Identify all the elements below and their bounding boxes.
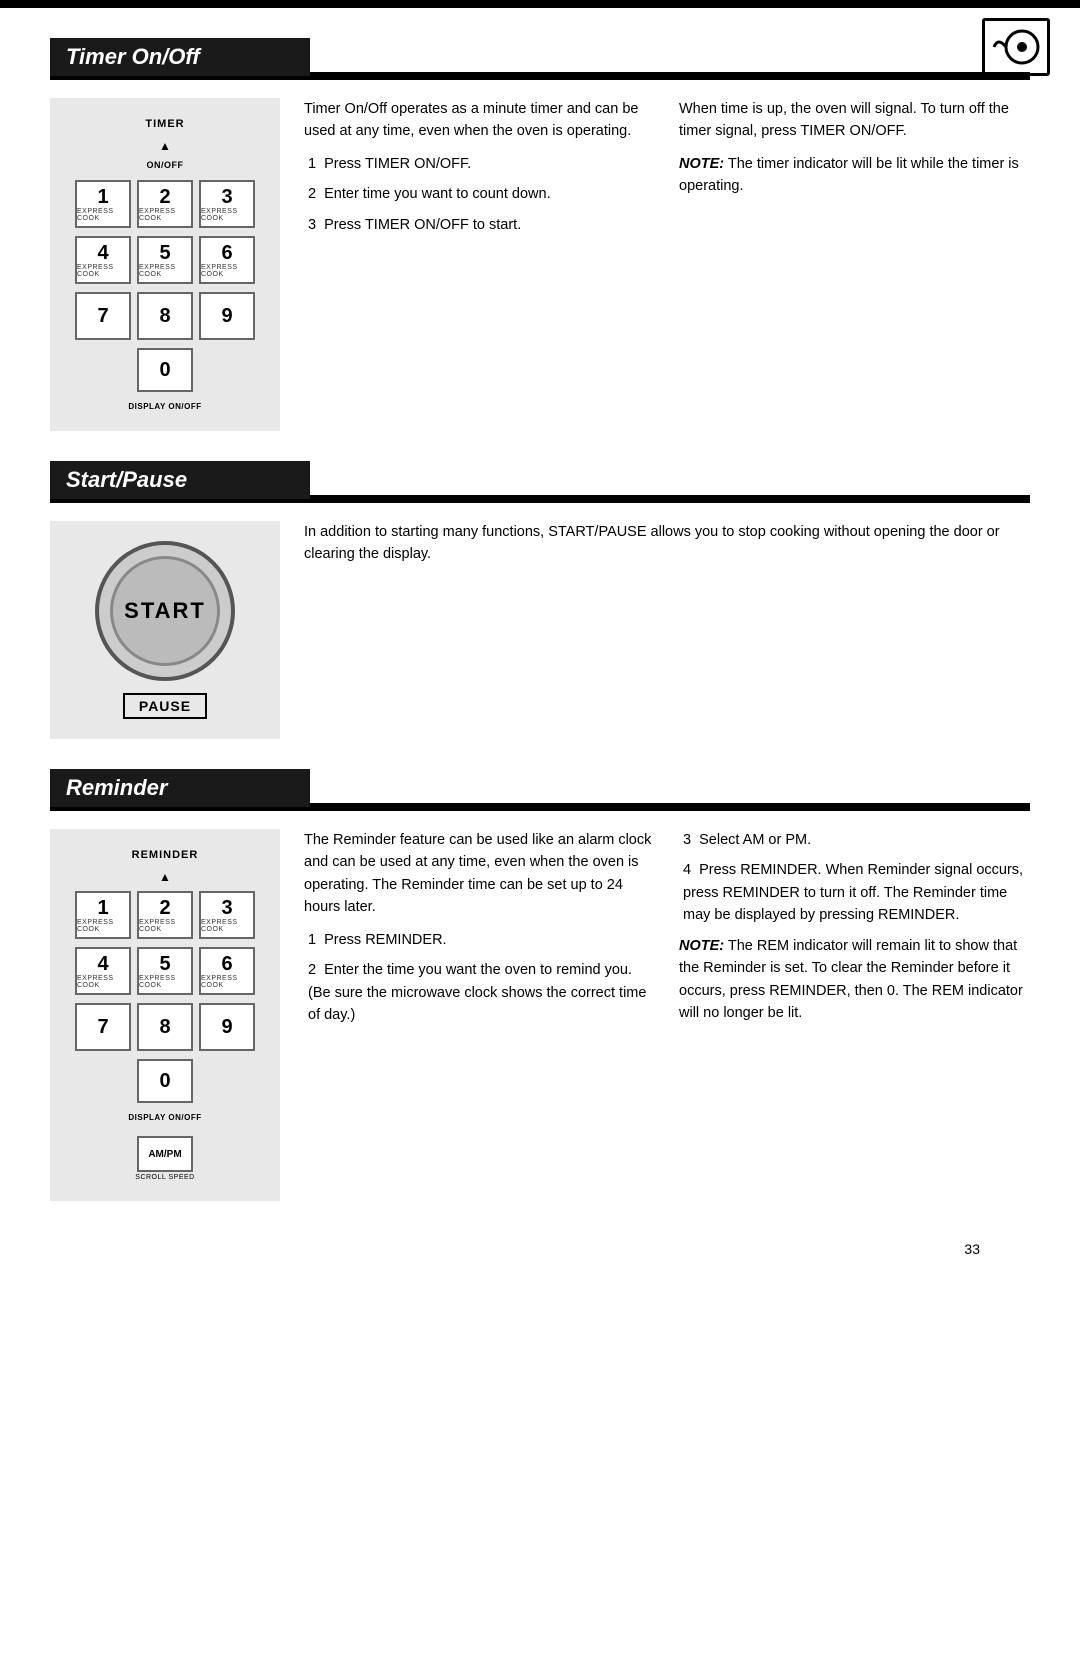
- start-pause-text: In addition to starting many functions, …: [304, 521, 1030, 566]
- timer-key-3[interactable]: 3 EXPRESS COOK: [199, 180, 255, 228]
- reminder-section: Reminder REMINDER ▲ 1 EXPRESS COOK 2 EXP…: [50, 769, 1030, 1201]
- timer-keypad: TIMER ▲ ON/OFF 1 EXPRESS COOK 2 EXPRESS …: [50, 98, 280, 431]
- timer-keypad-label: TIMER: [145, 118, 184, 130]
- reminder-step3: 3 Select AM or PM.: [679, 829, 1030, 851]
- reminder-col2: 3 Select AM or PM. 4 Press REMINDER. Whe…: [679, 829, 1030, 1201]
- reminder-key-2[interactable]: 2 EXPRESS COOK: [137, 891, 193, 939]
- timer-key-7[interactable]: 7: [75, 292, 131, 340]
- reminder-key-row-3: 7 8 9: [75, 1003, 255, 1051]
- start-pause-section: Start/Pause START PAUSE In addition to s…: [50, 461, 1030, 739]
- timer-key-4[interactable]: 4 EXPRESS COOK: [75, 236, 131, 284]
- reminder-ampm-btn[interactable]: AM/PM: [137, 1136, 193, 1172]
- reminder-step2: 2 Enter the time you want the oven to re…: [304, 959, 655, 1026]
- timer-col2: When time is up, the oven will signal. T…: [679, 98, 1030, 431]
- timer-step1: 1 Press TIMER ON/OFF.: [304, 153, 655, 175]
- reminder-ampm-group: AM/PM SCROLL SPEED: [135, 1136, 194, 1181]
- scroll-label: SCROLL SPEED: [135, 1174, 194, 1181]
- start-button-panel: START PAUSE: [50, 521, 280, 739]
- reminder-col1: The Reminder feature can be used like an…: [304, 829, 655, 1201]
- start-button-inner[interactable]: START: [110, 556, 220, 666]
- reminder-key-6[interactable]: 6 EXPRESS COOK: [199, 947, 255, 995]
- timer-key-5[interactable]: 5 EXPRESS COOK: [137, 236, 193, 284]
- pause-label: PAUSE: [123, 693, 207, 719]
- timer-col2-intro: When time is up, the oven will signal. T…: [679, 98, 1030, 143]
- reminder-key-row-2: 4 EXPRESS COOK 5 EXPRESS COOK 6 EXPRESS …: [75, 947, 255, 995]
- top-bar: [0, 0, 1080, 8]
- reminder-intro: The Reminder feature can be used like an…: [304, 829, 655, 919]
- start-button-outer: START: [95, 541, 235, 681]
- page-number: 33: [50, 1231, 1030, 1257]
- ampm-label: AM/PM: [148, 1149, 181, 1160]
- start-pause-header: Start/Pause: [50, 461, 310, 499]
- reminder-step1: 1 Press REMINDER.: [304, 929, 655, 951]
- timer-key-0[interactable]: 0: [137, 348, 193, 392]
- timer-step3: 3 Press TIMER ON/OFF to start.: [304, 214, 655, 236]
- timer-step2: 2 Enter time you want to count down.: [304, 183, 655, 205]
- timer-section: Timer On/Off TIMER ▲ ON/OFF 1 EXPRESS CO…: [50, 38, 1030, 431]
- timer-key-row-1: 1 EXPRESS COOK 2 EXPRESS COOK 3 EXPRESS …: [75, 180, 255, 228]
- reminder-key-3[interactable]: 3 EXPRESS COOK: [199, 891, 255, 939]
- logo-icon: [992, 27, 1040, 67]
- timer-col1: Timer On/Off operates as a minute timer …: [304, 98, 655, 431]
- reminder-key-4[interactable]: 4 EXPRESS COOK: [75, 947, 131, 995]
- reminder-key-5[interactable]: 5 EXPRESS COOK: [137, 947, 193, 995]
- reminder-step4: 4 Press REMINDER. When Reminder signal o…: [679, 859, 1030, 926]
- reminder-keypad: REMINDER ▲ 1 EXPRESS COOK 2 EXPRESS COOK…: [50, 829, 280, 1201]
- start-pause-col1: In addition to starting many functions, …: [304, 521, 1030, 739]
- timer-key-row-2: 4 EXPRESS COOK 5 EXPRESS COOK 6 EXPRESS …: [75, 236, 255, 284]
- timer-key-9[interactable]: 9: [199, 292, 255, 340]
- timer-key-row-3: 7 8 9: [75, 292, 255, 340]
- start-label: START: [124, 598, 206, 624]
- reminder-key-0[interactable]: 0: [137, 1059, 193, 1103]
- reminder-key-7[interactable]: 7: [75, 1003, 131, 1051]
- reminder-keypad-label: REMINDER: [132, 849, 199, 861]
- reminder-key-8[interactable]: 8: [137, 1003, 193, 1051]
- reminder-key-1[interactable]: 1 EXPRESS COOK: [75, 891, 131, 939]
- timer-note: NOTE: The timer indicator will be lit wh…: [679, 153, 1030, 198]
- reminder-display-label: DISPLAY ON/OFF: [128, 1113, 201, 1122]
- timer-display-label: DISPLAY ON/OFF: [128, 402, 201, 411]
- reminder-key-9[interactable]: 9: [199, 1003, 255, 1051]
- reminder-key-row-1: 1 EXPRESS COOK 2 EXPRESS COOK 3 EXPRESS …: [75, 891, 255, 939]
- timer-key-1[interactable]: 1 EXPRESS COOK: [75, 180, 131, 228]
- reminder-header: Reminder: [50, 769, 310, 807]
- timer-intro: Timer On/Off operates as a minute timer …: [304, 98, 655, 143]
- timer-key-2[interactable]: 2 EXPRESS COOK: [137, 180, 193, 228]
- timer-section-header: Timer On/Off: [50, 38, 310, 76]
- logo-box: [982, 18, 1050, 76]
- timer-onoff-label: ON/OFF: [147, 160, 184, 170]
- reminder-note: NOTE: The REM indicator will remain lit …: [679, 935, 1030, 1025]
- timer-arrow: ▲: [159, 140, 171, 152]
- reminder-arrow: ▲: [159, 871, 171, 883]
- timer-key-8[interactable]: 8: [137, 292, 193, 340]
- timer-key-6[interactable]: 6 EXPRESS COOK: [199, 236, 255, 284]
